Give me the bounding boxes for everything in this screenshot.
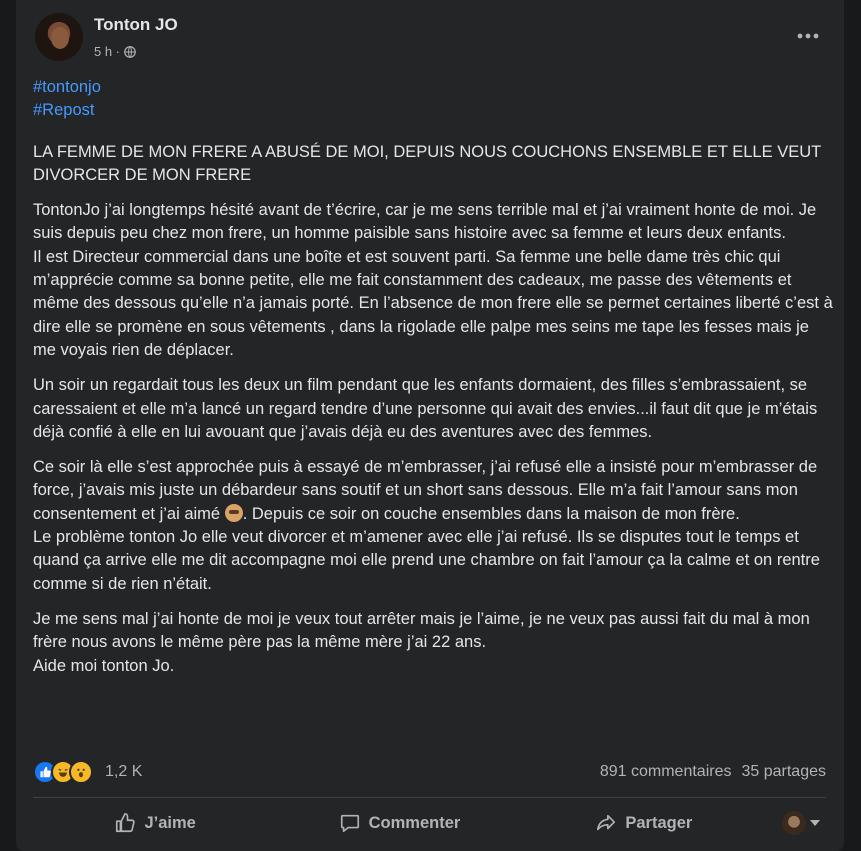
engagement-stats: 891 commentaires 35 partages [600, 763, 826, 781]
author-avatar[interactable] [35, 13, 83, 61]
post-title: LA FEMME DE MON FRERE A ABUSÉ DE MOI, DE… [33, 142, 821, 184]
reaction-icons[interactable] [33, 760, 93, 784]
see-no-evil-monkey-icon [224, 503, 243, 522]
post-card: Tonton JO 5 h · #tontonjo #Repost LA FEM… [16, 0, 844, 851]
divider [33, 797, 826, 798]
post-time[interactable]: 5 h · [94, 44, 120, 59]
comment-icon [340, 814, 359, 833]
avatar [781, 811, 806, 835]
post-paragraph: TontonJo j’ai longtemps hésité avant de … [33, 201, 817, 243]
post-paragraph: Aide moi tonton Jo. [33, 656, 175, 675]
post-paragraph: Ce soir là elle s’est approchée puis à e… [33, 456, 833, 526]
profile-switcher[interactable] [766, 811, 826, 835]
like-button[interactable]: J’aime [33, 801, 277, 845]
post-paragraph: Le problème tonton Jo elle veut divorcer… [33, 528, 820, 593]
thumbs-up-icon [116, 813, 136, 833]
shares-count[interactable]: 35 partages [741, 763, 826, 781]
post-paragraph: Un soir un regardait tous les deux un fi… [33, 376, 818, 441]
chevron-down-icon [809, 820, 820, 826]
comment-button[interactable]: Commenter [277, 801, 521, 845]
more-options-button[interactable] [790, 22, 826, 50]
author-name[interactable]: Tonton JO [94, 15, 178, 35]
globe-icon [124, 45, 136, 58]
post-body: #tontonjo #Repost LA FEMME DE MON FRERE … [33, 76, 833, 678]
post-meta: 5 h · [94, 44, 136, 59]
wow-icon [69, 760, 93, 784]
share-icon [597, 814, 616, 831]
more-icon [797, 33, 819, 39]
share-label: Partager [625, 813, 693, 832]
action-bar: J’aime Commenter Partager [33, 801, 826, 845]
share-button[interactable]: Partager [522, 801, 766, 845]
like-label: J’aime [144, 813, 196, 832]
post-paragraph: Il est Directeur commercial dans une boî… [33, 247, 833, 359]
paragraph-text: . Depuis ce soir on couche ensembles dan… [242, 504, 740, 523]
comment-label: Commenter [368, 813, 461, 832]
hashtag-link[interactable]: #Repost [33, 99, 833, 122]
reactions-count[interactable]: 1,2 K [105, 763, 142, 781]
post-paragraph: Je me sens mal j’ai honte de moi je veux… [33, 609, 810, 652]
reactions-bar: 1,2 K 891 commentaires 35 partages [33, 758, 826, 786]
comments-count[interactable]: 891 commentaires [600, 763, 732, 781]
hashtag-link[interactable]: #tontonjo [33, 76, 833, 99]
